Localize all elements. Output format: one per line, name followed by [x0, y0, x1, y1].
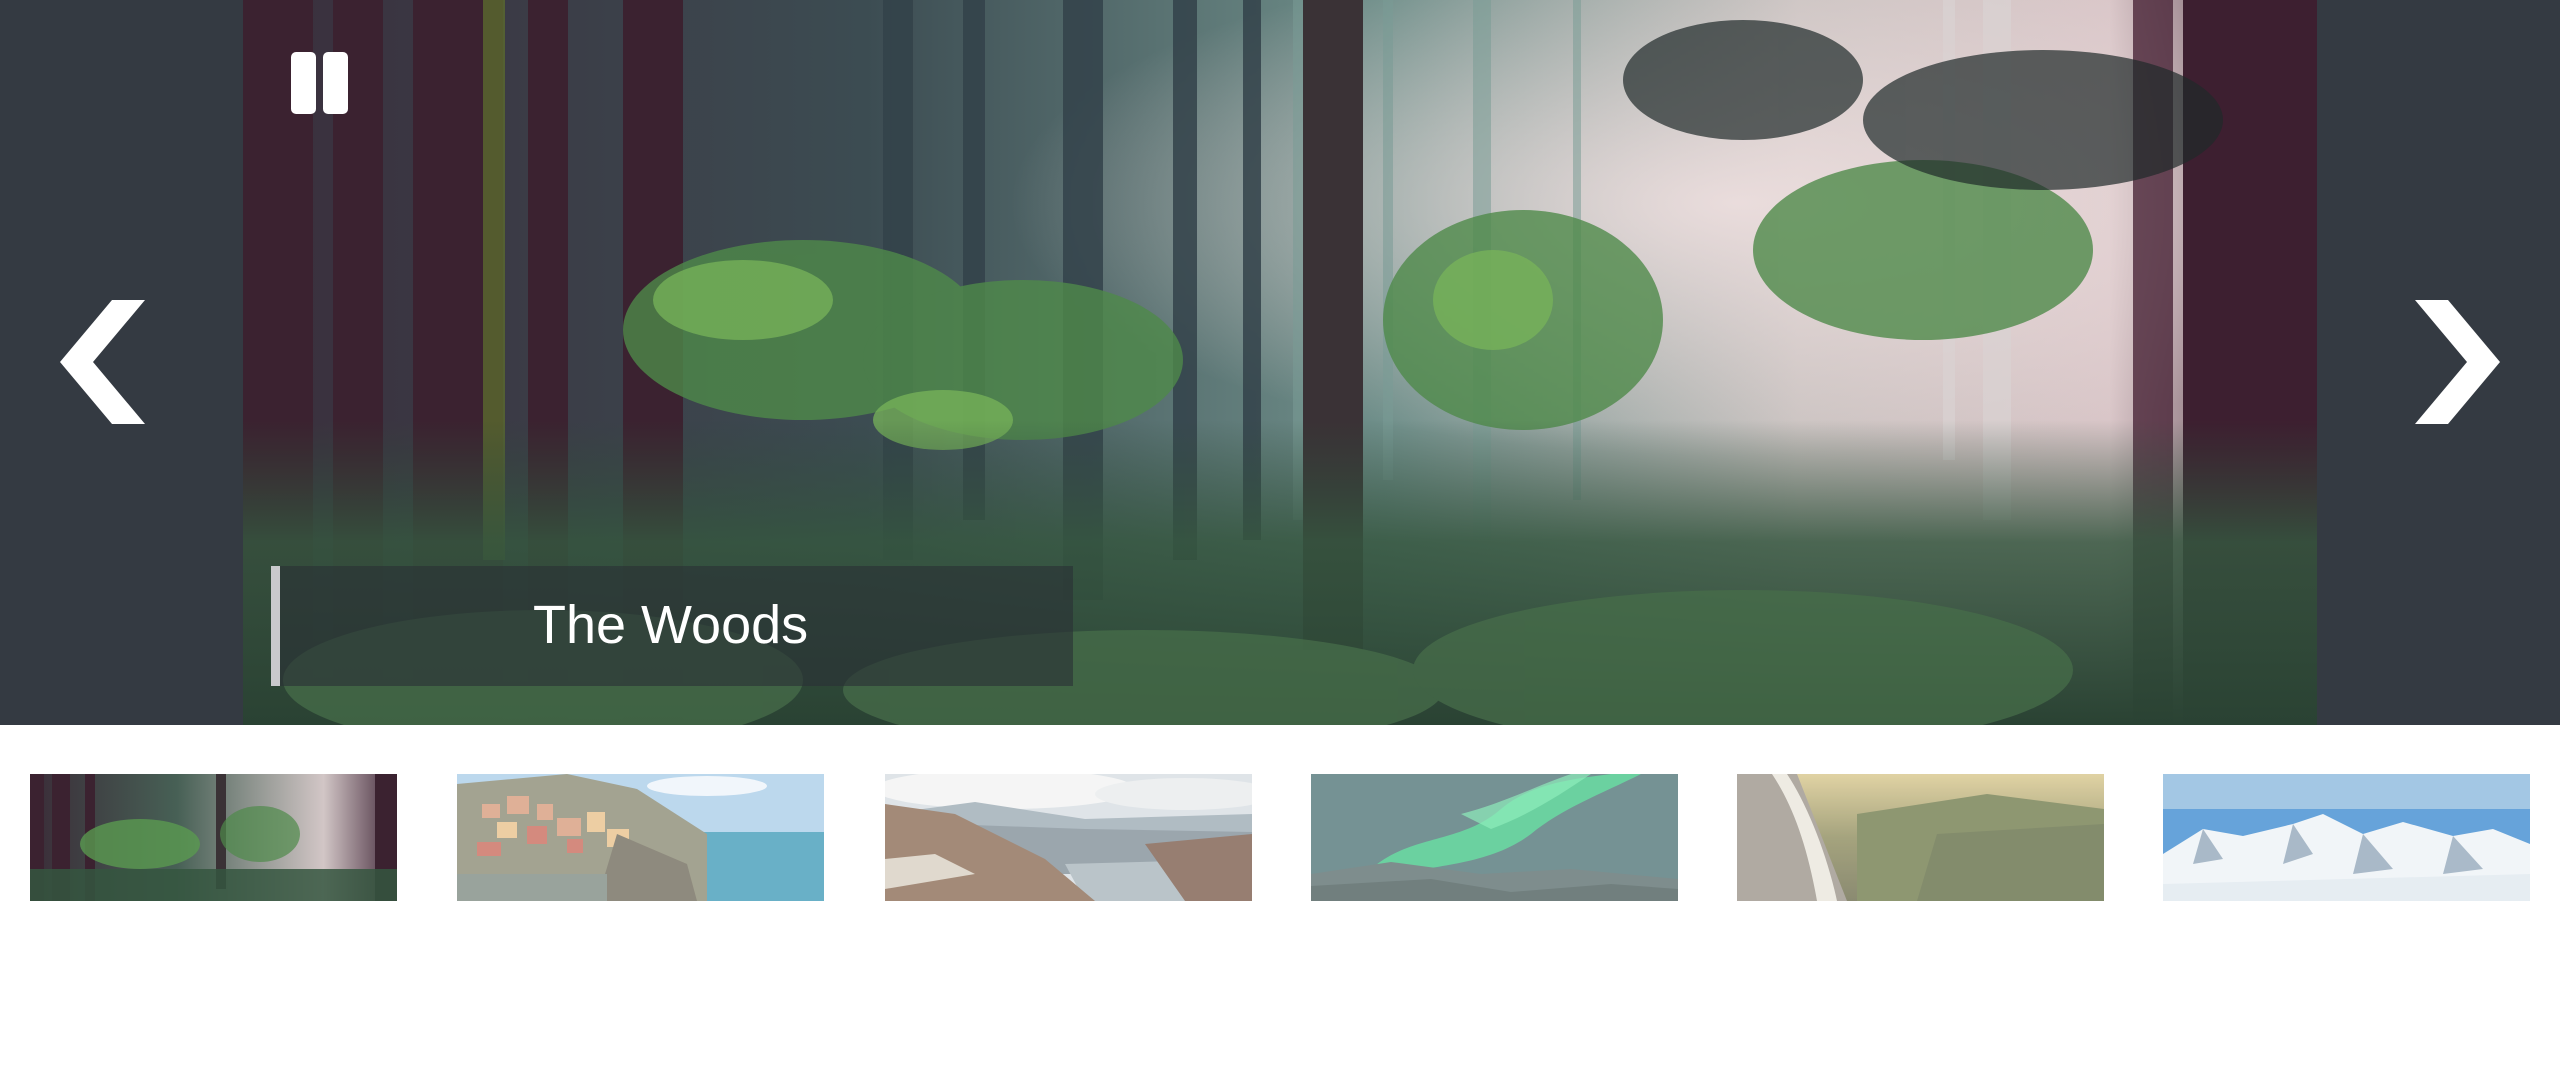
chevron-right-icon: [2415, 300, 2500, 424]
thumbnail-forest[interactable]: [30, 774, 397, 901]
caption-accent-bar: [271, 566, 280, 686]
chevron-left-icon: [60, 300, 145, 424]
image-gallery: The Woods: [0, 0, 2560, 1074]
slide-title: The Woods: [533, 595, 809, 655]
slide-caption: The Woods: [271, 566, 1073, 686]
thumbnail-aurora[interactable]: [1311, 774, 1678, 901]
next-slide-button[interactable]: [2395, 290, 2515, 440]
slideshow-stage: The Woods: [0, 0, 2560, 725]
thumbnail-mountain-valley[interactable]: [885, 774, 1252, 901]
thumbnail-snowy-mountains[interactable]: [2163, 774, 2530, 901]
pause-button[interactable]: [290, 50, 356, 116]
thumbnail-waterfall-valley[interactable]: [1737, 774, 2104, 901]
thumbnail-cliffside-village[interactable]: [457, 774, 824, 901]
previous-slide-button[interactable]: [45, 290, 165, 440]
thumbnail-strip: [0, 725, 2560, 1074]
